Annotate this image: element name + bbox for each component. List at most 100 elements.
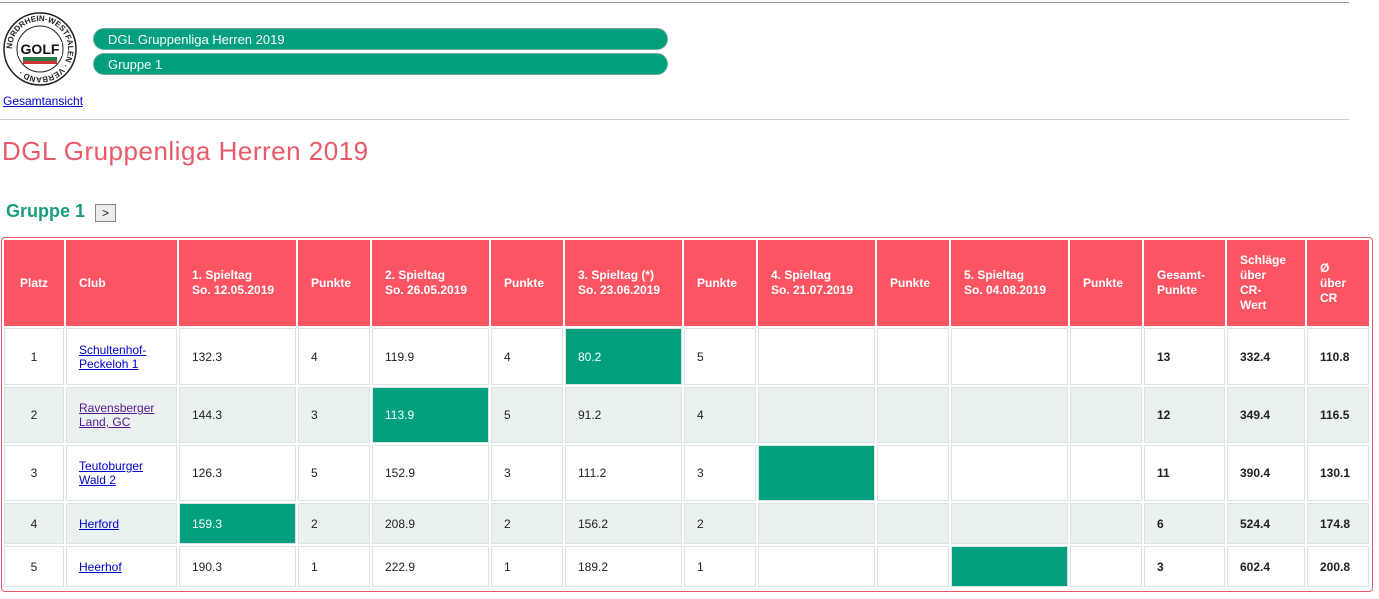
points-cell: 4 <box>684 387 756 443</box>
avg-cell: 200.8 <box>1307 546 1369 587</box>
top-divider <box>0 2 1349 3</box>
points-cell: 3 <box>684 445 756 501</box>
score-cell: 156.2 <box>565 503 682 544</box>
total-points-cell: 13 <box>1144 328 1225 385</box>
points-cell <box>1070 503 1142 544</box>
points-cell: 4 <box>491 328 563 385</box>
score-cell: 119.9 <box>372 328 489 385</box>
strokes-cell: 602.4 <box>1227 546 1305 587</box>
points-cell <box>877 445 949 501</box>
col-punkte-3: Punkte <box>684 240 756 326</box>
table-row: 2 Ravensberger Land, GC 144.3 3 113.9 5 9… <box>4 387 1369 443</box>
platz-cell: 3 <box>4 445 64 501</box>
strokes-cell: 390.4 <box>1227 445 1305 501</box>
score-cell: 190.3 <box>179 546 296 587</box>
points-cell: 1 <box>491 546 563 587</box>
score-cell <box>758 387 875 443</box>
score-cell: 132.3 <box>179 328 296 385</box>
club-link[interactable]: Teutoburger Wald 2 <box>79 459 143 487</box>
col-club: Club <box>66 240 177 326</box>
points-cell: 5 <box>684 328 756 385</box>
club-cell: Ravensberger Land, GC <box>66 387 177 443</box>
platz-cell: 1 <box>4 328 64 385</box>
platz-cell: 2 <box>4 387 64 443</box>
score-cell: 144.3 <box>179 387 296 443</box>
points-cell: 1 <box>684 546 756 587</box>
golf-verband-logo[interactable]: NORDRHEIN-WESTFALEN · VERBAND · GOLF <box>3 12 77 86</box>
club-link[interactable]: Heerhof <box>79 560 122 574</box>
points-cell <box>1070 445 1142 501</box>
score-cell-best: 80.2 <box>565 328 682 385</box>
col-punkte-2: Punkte <box>491 240 563 326</box>
points-cell: 5 <box>491 387 563 443</box>
score-cell: 126.3 <box>179 445 296 501</box>
col-punkte-1: Punkte <box>298 240 370 326</box>
points-cell <box>1070 387 1142 443</box>
club-link[interactable]: Schultenhof- Peckeloh 1 <box>79 343 146 371</box>
col-punkte-4: Punkte <box>877 240 949 326</box>
points-cell: 3 <box>298 387 370 443</box>
group-title: Gruppe 1 <box>6 201 86 221</box>
points-cell <box>877 328 949 385</box>
total-points-cell: 3 <box>1144 546 1225 587</box>
col-punkte-5: Punkte <box>1070 240 1142 326</box>
score-cell <box>758 328 875 385</box>
total-points-cell: 11 <box>1144 445 1225 501</box>
breadcrumb-league[interactable]: DGL Gruppenliga Herren 2019 <box>93 28 668 50</box>
points-cell <box>877 387 949 443</box>
col-avg-cr: Øüber CR <box>1307 240 1369 326</box>
points-cell: 4 <box>298 328 370 385</box>
points-cell <box>1070 328 1142 385</box>
points-cell <box>877 503 949 544</box>
col-spieltag-5: 5. Spieltag So. 04.08.2019 <box>951 240 1068 326</box>
table-row: 5 Heerhof 190.3 1 222.9 1 189.2 1 3 602.… <box>4 546 1369 587</box>
score-cell: 111.2 <box>565 445 682 501</box>
club-cell: Teutoburger Wald 2 <box>66 445 177 501</box>
score-cell <box>951 445 1068 501</box>
score-cell <box>758 546 875 587</box>
strokes-cell: 524.4 <box>1227 503 1305 544</box>
score-cell-best: 159.3 <box>179 503 296 544</box>
strokes-cell: 349.4 <box>1227 387 1305 443</box>
club-link[interactable]: Ravensberger Land, GC <box>79 401 154 429</box>
score-cell-best <box>758 445 875 501</box>
club-link[interactable]: Herford <box>79 517 119 531</box>
col-spieltag-3: 3. Spieltag (*) So. 23.06.2019 <box>565 240 682 326</box>
table-row: 1 Schultenhof- Peckeloh 1 132.3 4 119.9 4… <box>4 328 1369 385</box>
points-cell <box>1070 546 1142 587</box>
points-cell: 5 <box>298 445 370 501</box>
strokes-cell: 332.4 <box>1227 328 1305 385</box>
score-cell <box>951 328 1068 385</box>
total-points-cell: 6 <box>1144 503 1225 544</box>
score-cell: 189.2 <box>565 546 682 587</box>
score-cell: 91.2 <box>565 387 682 443</box>
table-row: 3 Teutoburger Wald 2 126.3 5 152.9 3 111.… <box>4 445 1369 501</box>
col-spieltag-1: 1. Spieltag So. 12.05.2019 <box>179 240 296 326</box>
points-cell: 1 <box>298 546 370 587</box>
table-header-row: Platz Club 1. Spieltag So. 12.05.2019 Pun… <box>4 240 1369 326</box>
next-group-button[interactable]: > <box>95 204 116 222</box>
score-cell <box>951 387 1068 443</box>
col-gesamt-punkte: Gesamt- Punkte <box>1144 240 1225 326</box>
score-cell <box>758 503 875 544</box>
score-cell: 208.9 <box>372 503 489 544</box>
col-spieltag-4: 4. Spieltag So. 21.07.2019 <box>758 240 875 326</box>
header-divider <box>0 119 1349 120</box>
total-points-cell: 12 <box>1144 387 1225 443</box>
points-cell <box>877 546 949 587</box>
overview-link[interactable]: Gesamtansicht <box>3 94 83 108</box>
logo-text: GOLF <box>21 41 60 57</box>
avg-cell: 174.8 <box>1307 503 1369 544</box>
points-cell: 2 <box>491 503 563 544</box>
breadcrumb-group[interactable]: Gruppe 1 <box>93 53 668 75</box>
table-row: 4 Herford 159.3 2 208.9 2 156.2 2 6 524.… <box>4 503 1369 544</box>
club-cell: Herford <box>66 503 177 544</box>
score-cell: 152.9 <box>372 445 489 501</box>
col-spieltag-2: 2. Spieltag So. 26.05.2019 <box>372 240 489 326</box>
club-cell: Schultenhof- Peckeloh 1 <box>66 328 177 385</box>
score-cell-best: 113.9 <box>372 387 489 443</box>
col-schlaege-cr: Schläge über CR- Wert <box>1227 240 1305 326</box>
avg-cell: 116.5 <box>1307 387 1369 443</box>
platz-cell: 5 <box>4 546 64 587</box>
avg-cell: 130.1 <box>1307 445 1369 501</box>
